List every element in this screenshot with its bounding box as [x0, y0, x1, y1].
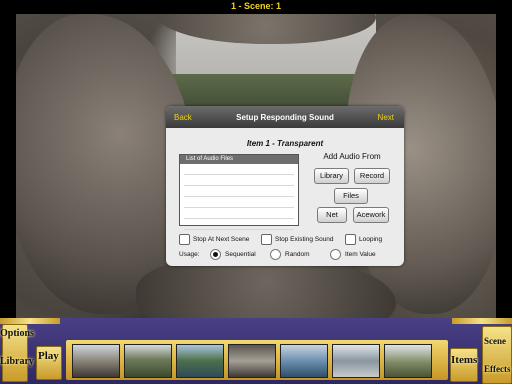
stop-at-next-scene-checkbox[interactable]: Stop At Next Scene [179, 234, 249, 245]
add-audio-label: Add Audio From [323, 152, 381, 161]
list-row[interactable] [184, 164, 294, 175]
dialog-header: Back Setup Responding Sound Next [166, 106, 404, 128]
library-source-button[interactable]: Library [314, 168, 349, 184]
stop-at-next-scene-label: Stop At Next Scene [193, 236, 250, 243]
gold-column-right [482, 326, 512, 384]
checkbox-box[interactable] [345, 234, 356, 245]
checkbox-box[interactable] [261, 234, 272, 245]
record-source-button[interactable]: Record [354, 168, 390, 184]
usage-sequential-radio[interactable]: Sequential [210, 249, 256, 260]
scene-thumbnail[interactable] [124, 344, 172, 378]
list-row[interactable] [184, 197, 294, 208]
left-frame [0, 14, 16, 318]
audio-list-header: List of Audio Files [180, 155, 298, 164]
bottom-toolbar: Options Library Play Items Scene Effects [0, 318, 512, 384]
item-value-label: Item Value [345, 251, 376, 258]
play-button[interactable]: Play [38, 350, 59, 362]
list-row[interactable] [184, 175, 294, 186]
scene-thumbnail[interactable] [72, 344, 120, 378]
item-title: Item 1 - Transparent [246, 139, 324, 148]
looping-checkbox[interactable]: Looping [345, 234, 382, 245]
acework-source-button[interactable]: Acework [353, 207, 389, 223]
list-row[interactable] [184, 186, 294, 197]
scene-thumbnail[interactable] [384, 344, 432, 378]
stop-existing-sound-label: Stop Existing Sound [275, 236, 334, 243]
usage-random-radio[interactable]: Random [270, 249, 310, 260]
list-row[interactable] [184, 219, 294, 230]
dialog-title: Setup Responding Sound [236, 113, 334, 122]
radio-icon[interactable] [330, 249, 341, 260]
sequential-label: Sequential [225, 251, 256, 258]
responding-sound-dialog: Back Setup Responding Sound Next Item 1 … [166, 106, 404, 266]
radio-selected-icon[interactable] [210, 249, 221, 260]
net-source-button[interactable]: Net [317, 207, 347, 223]
usage-label: Usage: [179, 251, 200, 258]
effects-button[interactable]: Effects [484, 364, 511, 374]
gold-ornament-right [452, 318, 512, 324]
scene-thumbnail[interactable] [176, 344, 224, 378]
checkbox-box[interactable] [179, 234, 190, 245]
stop-existing-sound-checkbox[interactable]: Stop Existing Sound [261, 234, 334, 245]
audio-files-list[interactable]: List of Audio Files [179, 154, 299, 230]
looping-label: Looping [359, 236, 383, 243]
scene-thumbnail[interactable] [280, 344, 328, 378]
items-button[interactable]: Items [451, 354, 477, 366]
usage-item-value-radio[interactable]: Item Value [330, 249, 376, 260]
list-row[interactable] [184, 208, 294, 219]
scene-thumbnail[interactable] [228, 344, 276, 378]
right-frame [496, 14, 512, 318]
scene-thumbnail-strip [66, 340, 448, 380]
scene-thumbnail[interactable] [332, 344, 380, 378]
window-title: 1 - Scene: 1 [0, 0, 512, 14]
random-label: Random [285, 251, 310, 258]
next-button[interactable]: Next [378, 113, 394, 122]
files-source-button[interactable]: Files [334, 188, 368, 204]
radio-icon[interactable] [270, 249, 281, 260]
scene-button[interactable]: Scene [484, 336, 506, 346]
library-button[interactable]: Library [0, 356, 34, 367]
options-button[interactable]: Options [0, 328, 34, 339]
